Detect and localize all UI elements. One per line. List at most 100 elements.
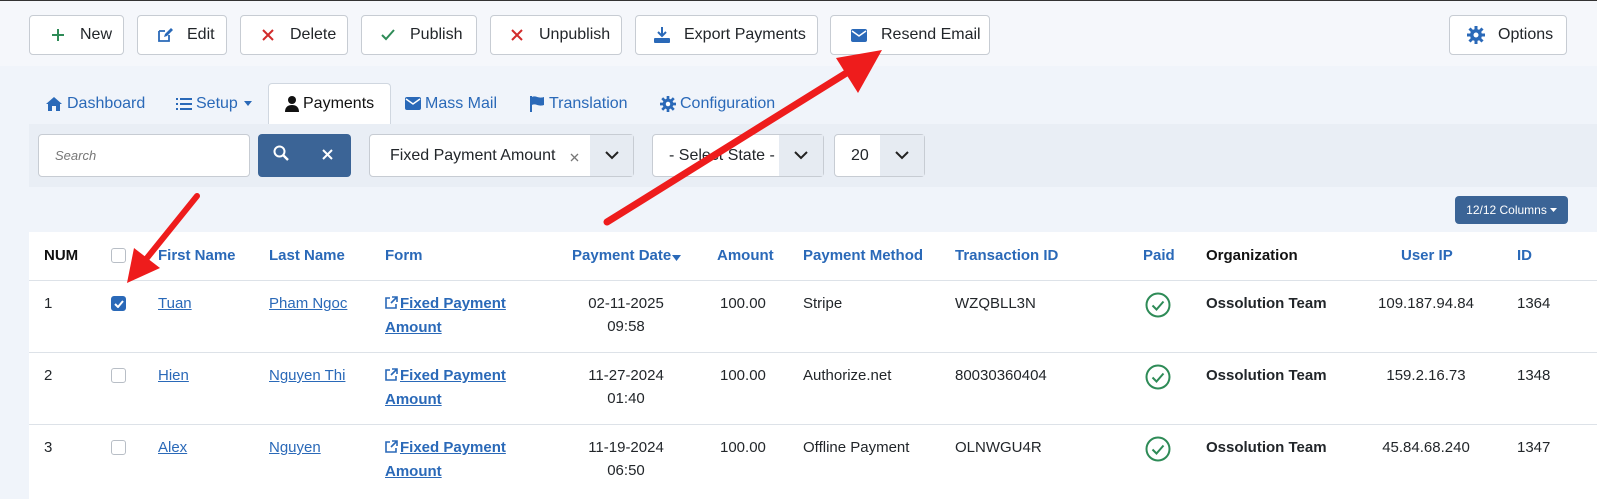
column-header-form[interactable]: Form (385, 247, 423, 264)
search-placeholder: Search (55, 148, 97, 163)
delete-button[interactable]: Delete (240, 15, 348, 55)
column-header-payment-date[interactable]: Payment Date (572, 247, 682, 265)
payment-date: 02-11-2025 09:58 (572, 292, 680, 338)
limit-value: 20 (851, 146, 869, 164)
payment-date-label: Payment Date (572, 247, 672, 264)
close-icon (258, 25, 278, 45)
row-checkbox[interactable] (111, 440, 126, 455)
sort-desc-icon (672, 248, 682, 265)
new-label: New (80, 26, 113, 43)
paid-check-circle-icon[interactable] (1145, 364, 1171, 390)
new-button[interactable]: New (29, 15, 124, 55)
user-ip: 109.187.94.84 (1378, 295, 1474, 312)
last-name-link[interactable]: Pham Ngoc (269, 292, 347, 315)
paid-check-circle-icon[interactable] (1145, 436, 1171, 462)
user-ip: 159.2.16.73 (1386, 367, 1466, 384)
transaction-id: OLNWGU4R (955, 439, 1042, 456)
resend-email-button[interactable]: Resend Email (830, 15, 990, 55)
publish-button[interactable]: Publish (361, 15, 477, 55)
payment-method: Offline Payment (803, 439, 910, 456)
state-filter-value: - Select State - (669, 146, 775, 164)
amount: 100.00 (720, 367, 766, 384)
tab-dashboard[interactable]: Dashboard (45, 83, 145, 124)
form-link[interactable]: Fixed Payment Amount (385, 364, 545, 411)
row-divider (29, 280, 1597, 281)
search-input[interactable]: Search (38, 134, 250, 177)
payment-method: Stripe (803, 295, 843, 312)
paid-check-circle-icon[interactable] (1145, 292, 1171, 318)
row-divider (29, 424, 1597, 425)
form-link[interactable]: Fixed Payment Amount (385, 436, 545, 483)
form-link-line2: Amount (385, 391, 442, 408)
tab-translation-label: Translation (549, 94, 628, 112)
external-link-icon (385, 293, 398, 316)
envelope-icon (405, 97, 421, 110)
tab-setup-label: Setup (196, 94, 238, 112)
tab-bar: Dashboard Setup Payments Mass Mail Trans… (29, 83, 1597, 125)
last-name-link[interactable]: Nguyen (269, 436, 321, 459)
options-button[interactable]: Options (1449, 15, 1567, 55)
unpublish-label: Unpublish (539, 26, 611, 43)
edit-button[interactable]: Edit (137, 15, 227, 55)
home-icon (45, 96, 63, 112)
form-link-line1: Fixed Payment (400, 295, 506, 312)
search-icon (273, 145, 290, 166)
row-checkbox[interactable] (111, 368, 126, 383)
column-header-id[interactable]: ID (1517, 247, 1532, 264)
edit-icon (155, 25, 175, 45)
close-icon (507, 25, 527, 45)
organization: Ossolution Team (1206, 295, 1327, 312)
tab-payments[interactable]: Payments (268, 83, 392, 125)
transaction-id: WZQBLL3N (955, 295, 1036, 312)
column-header-first-name[interactable]: First Name (158, 247, 236, 264)
search-button[interactable] (258, 134, 305, 177)
envelope-icon (849, 25, 869, 45)
record-id: 1364 (1517, 295, 1551, 312)
organization: Ossolution Team (1206, 367, 1327, 384)
first-name-link[interactable]: Tuan (158, 292, 192, 315)
clear-form-filter-icon[interactable] (570, 149, 579, 167)
delete-label: Delete (290, 26, 337, 43)
check-icon (113, 299, 124, 308)
row-num: 3 (44, 439, 53, 456)
column-header-amount[interactable]: Amount (717, 247, 774, 264)
close-icon (322, 147, 333, 165)
gear-icon (1466, 25, 1486, 45)
columns-toggle-button[interactable]: 12/12 Columns (1455, 196, 1568, 224)
column-header-last-name[interactable]: Last Name (269, 247, 345, 264)
tab-mass-mail[interactable]: Mass Mail (405, 83, 497, 124)
plus-icon (48, 25, 68, 45)
clear-search-button[interactable] (305, 134, 352, 177)
row-checkbox[interactable] (111, 296, 126, 311)
row-divider (29, 352, 1597, 353)
tab-setup[interactable]: Setup (176, 83, 252, 124)
column-header-user-ip[interactable]: User IP (1401, 247, 1453, 264)
amount: 100.00 (720, 439, 766, 456)
column-header-transaction-id[interactable]: Transaction ID (955, 247, 1058, 264)
limit-select[interactable]: 20 (834, 134, 925, 177)
record-id: 1347 (1517, 439, 1551, 456)
publish-label: Publish (410, 26, 463, 43)
chevron-down-icon (590, 135, 633, 176)
select-all-checkbox[interactable] (111, 248, 126, 263)
payment-date: 11-19-2024 06:50 (572, 436, 680, 482)
first-name-link[interactable]: Alex (158, 436, 187, 459)
tab-configuration[interactable]: Configuration (660, 83, 775, 124)
caret-down-icon (1549, 208, 1557, 212)
column-header-payment-method[interactable]: Payment Method (803, 247, 923, 264)
record-id: 1348 (1517, 367, 1551, 384)
state-filter-select[interactable]: - Select State - (652, 134, 824, 177)
form-link[interactable]: Fixed Payment Amount (385, 292, 545, 339)
tab-translation[interactable]: Translation (530, 83, 628, 124)
row-num: 2 (44, 367, 53, 384)
payment-date-time: 06:50 (607, 462, 645, 479)
filter-bar: Search Fixed Payment Amount - Select Sta… (29, 124, 1597, 187)
last-name-link[interactable]: Nguyen Thi (269, 364, 345, 387)
export-label: Export Payments (684, 26, 806, 43)
column-header-paid[interactable]: Paid (1143, 247, 1175, 264)
unpublish-button[interactable]: Unpublish (490, 15, 622, 55)
form-filter-select[interactable]: Fixed Payment Amount (369, 134, 634, 177)
tab-dashboard-label: Dashboard (67, 94, 146, 112)
export-payments-button[interactable]: Export Payments (635, 15, 818, 55)
first-name-link[interactable]: Hien (158, 364, 189, 387)
